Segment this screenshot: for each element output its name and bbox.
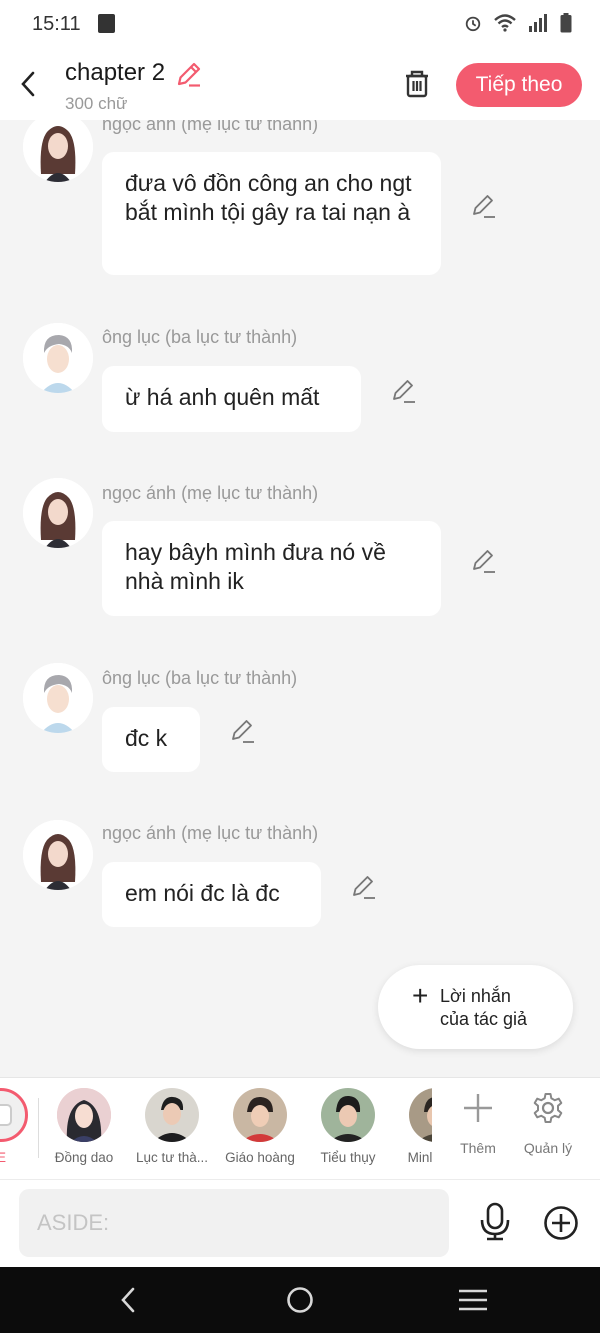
pencil-icon — [393, 380, 415, 403]
battery-icon — [560, 13, 572, 33]
status-time: 15:11 — [32, 13, 81, 35]
input-bar — [0, 1179, 600, 1267]
character-name: Giáo hoàng — [225, 1150, 295, 1165]
plus-icon: + — [412, 980, 429, 1011]
manage-characters-button[interactable]: Quản lý — [513, 1078, 583, 1179]
man-avatar-image — [23, 663, 93, 733]
nav-home-icon — [287, 1287, 313, 1313]
aside-label: DE — [0, 1150, 6, 1165]
speaker-name: ngọc ánh (mẹ lục tư thành) — [102, 120, 319, 134]
delete-button[interactable] — [400, 66, 434, 100]
pencil-icon — [232, 720, 254, 743]
aside-icon — [0, 1088, 28, 1142]
character-name: Lục tư thà... — [135, 1150, 209, 1165]
edit-message-button[interactable] — [230, 718, 256, 744]
back-button[interactable] — [12, 66, 44, 102]
man-avatar[interactable] — [23, 663, 93, 733]
pencil-icon — [473, 550, 495, 573]
character-item[interactable]: Tiểu thụy — [304, 1078, 390, 1179]
speaker-name: ngọc ánh (mẹ lục tư thành) — [102, 823, 319, 843]
nav-recents-button[interactable] — [453, 1285, 493, 1315]
character-item[interactable]: Minl — [392, 1078, 432, 1179]
divider — [38, 1098, 39, 1158]
header: chapter 2 300 chữ Tiếp theo — [0, 48, 600, 120]
message-input[interactable] — [19, 1189, 449, 1257]
message-bubble[interactable]: đc k — [102, 707, 200, 772]
character-photo — [233, 1088, 287, 1142]
edit-message-button[interactable] — [351, 874, 377, 900]
status-icons — [464, 13, 572, 33]
next-button[interactable]: Tiếp theo — [456, 63, 582, 107]
woman-avatar-image — [23, 820, 93, 890]
character-name: Đồng dao — [54, 1150, 114, 1165]
edit-message-button[interactable] — [391, 378, 417, 404]
character-photo — [409, 1088, 432, 1142]
store-notification-icon — [98, 14, 115, 33]
nav-home-button[interactable] — [280, 1285, 320, 1315]
pencil-icon — [177, 62, 201, 87]
character-photo — [321, 1088, 375, 1142]
status-bar: 15:11 — [0, 0, 600, 48]
edit-title-button[interactable] — [175, 60, 203, 88]
message-bubble[interactable]: em nói đc là đc — [102, 862, 321, 927]
manage-characters-label: Quản lý — [523, 1140, 573, 1156]
man-avatar-image — [23, 323, 93, 393]
edit-message-button[interactable] — [471, 193, 497, 219]
woman-avatar[interactable] — [23, 820, 93, 890]
add-character-button[interactable]: Thêm — [443, 1078, 513, 1179]
man-avatar[interactable] — [23, 323, 93, 393]
speaker-name: ông lục (ba lục tư thành) — [102, 668, 298, 688]
word-count: 300 chữ — [65, 94, 128, 113]
plus-icon — [464, 1094, 492, 1122]
woman-avatar-image — [23, 478, 93, 548]
nav-back-button[interactable] — [107, 1285, 147, 1315]
message-bubble[interactable]: hay bâyh mình đưa nó về nhà mình ik — [102, 521, 441, 616]
chapter-title: chapter 2 — [65, 59, 166, 86]
wifi-icon — [494, 14, 516, 32]
woman-avatar[interactable] — [23, 120, 93, 182]
character-item[interactable]: Lục tư thà... — [128, 1078, 214, 1179]
microphone-button[interactable] — [478, 1202, 512, 1242]
alarm-icon — [465, 16, 481, 32]
character-name: Minl — [407, 1150, 432, 1165]
chat-area[interactable]: ngọc ánh (mẹ lục tư thành) đưa vô đồn cô… — [0, 120, 600, 1077]
plus-circle-icon — [544, 1206, 578, 1240]
pencil-icon — [473, 195, 495, 218]
character-item[interactable]: Giáo hoàng — [216, 1078, 302, 1179]
nav-back-icon — [121, 1287, 135, 1313]
speaker-name: ngọc ánh (mẹ lục tư thành) — [102, 483, 319, 503]
trash-icon — [406, 70, 428, 98]
character-item[interactable]: Đồng dao — [40, 1078, 126, 1179]
microphone-icon — [480, 1202, 510, 1241]
navigation-bar — [0, 1267, 600, 1333]
add-character-label: Thêm — [460, 1140, 496, 1156]
speaker-name: ông lục (ba lục tư thành) — [102, 327, 298, 347]
character-name: Tiểu thụy — [320, 1150, 376, 1165]
message-bubble[interactable]: đưa vô đồn công an cho ngt bắt mình tội … — [102, 152, 441, 275]
aside-character[interactable]: DE — [0, 1078, 43, 1179]
character-photo — [57, 1088, 111, 1142]
author-note-label: Lời nhắn của tác giả — [440, 985, 527, 1031]
character-photo — [145, 1088, 199, 1142]
edit-message-button[interactable] — [471, 548, 497, 574]
pencil-icon — [353, 876, 375, 899]
back-arrow-icon — [21, 71, 35, 97]
author-note-line1: Lời nhắn — [440, 986, 511, 1006]
message-bubble[interactable]: ừ há anh quên mất — [102, 366, 361, 432]
woman-avatar[interactable] — [23, 478, 93, 548]
nav-menu-icon — [459, 1289, 487, 1311]
signal-icon — [529, 14, 547, 32]
add-media-button[interactable] — [543, 1205, 579, 1241]
character-strip[interactable]: DE Đồng dao Lục tư thà... Giáo hoàng Tiể… — [0, 1077, 600, 1179]
author-note-button[interactable]: + Lời nhắn của tác giả — [378, 965, 573, 1049]
gear-icon — [533, 1093, 563, 1123]
woman-avatar-image — [23, 120, 93, 182]
author-note-line2: của tác giả — [440, 1009, 528, 1029]
